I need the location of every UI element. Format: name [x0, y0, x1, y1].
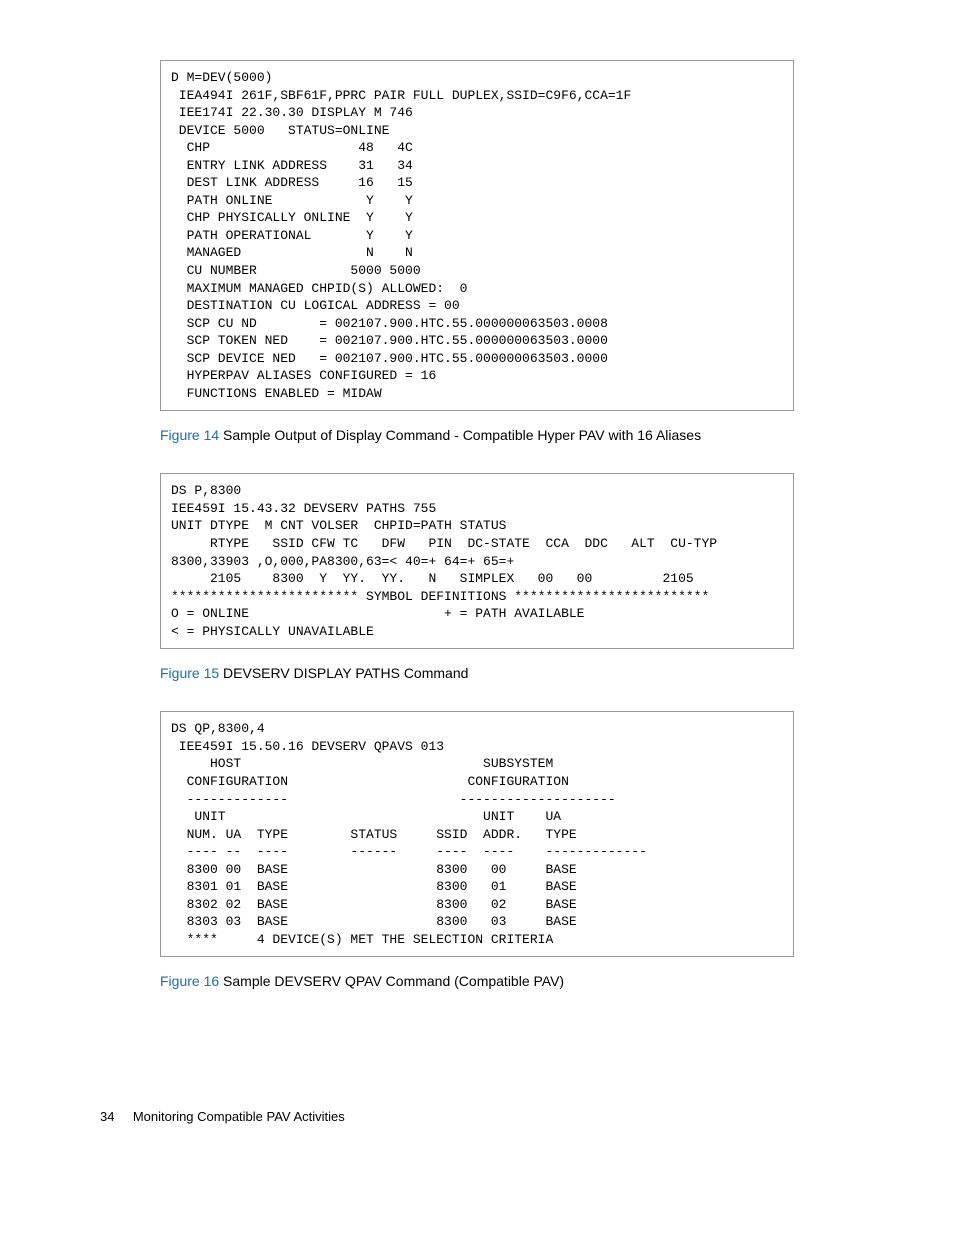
page-number: 34 — [100, 1109, 122, 1124]
figure14-caption: Figure 14 Sample Output of Display Comma… — [160, 427, 854, 443]
code-text: D M=DEV(5000) IEA494I 261F,SBF61F,PPRC P… — [171, 70, 631, 401]
code-text: DS P,8300 IEE459I 15.43.32 DEVSERV PATHS… — [171, 483, 717, 638]
figure-number: Figure 14 — [160, 427, 219, 443]
page-footer: 34 Monitoring Compatible PAV Activities — [100, 1109, 854, 1124]
code-block-1: D M=DEV(5000) IEA494I 261F,SBF61F,PPRC P… — [160, 60, 794, 411]
figure-text: Sample DEVSERV QPAV Command (Compatible … — [219, 973, 564, 989]
figure-number: Figure 15 — [160, 665, 219, 681]
footer-title: Monitoring Compatible PAV Activities — [133, 1109, 345, 1124]
figure15-caption: Figure 15 DEVSERV DISPLAY PATHS Command — [160, 665, 854, 681]
figure-text: DEVSERV DISPLAY PATHS Command — [219, 665, 468, 681]
figure-number: Figure 16 — [160, 973, 219, 989]
figure-text: Sample Output of Display Command - Compa… — [219, 427, 701, 443]
code-block-3: DS QP,8300,4 IEE459I 15.50.16 DEVSERV QP… — [160, 711, 794, 957]
code-block-2: DS P,8300 IEE459I 15.43.32 DEVSERV PATHS… — [160, 473, 794, 649]
code-text: DS QP,8300,4 IEE459I 15.50.16 DEVSERV QP… — [171, 721, 647, 947]
figure16-caption: Figure 16 Sample DEVSERV QPAV Command (C… — [160, 973, 854, 989]
